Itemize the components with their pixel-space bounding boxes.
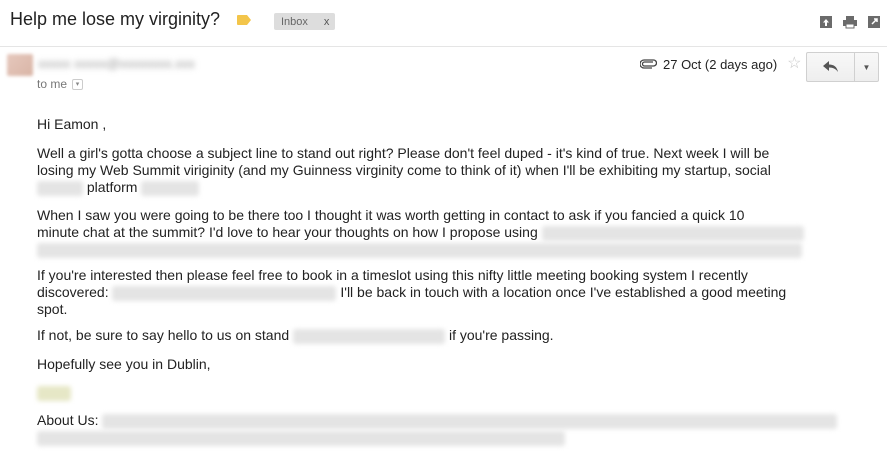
reply-button-group: ▼ [806,52,879,82]
body-text: If not, be sure to say hello to us on st… [37,327,290,343]
body-line: platform [37,179,200,196]
avatar [7,54,33,76]
closing-line: Hopefully see you in Dublin, [37,356,211,372]
body-text: platform [86,179,138,195]
sender-address-redacted: xxxxx xxxxx@xxxxxxxx.xxx [38,56,195,71]
star-icon[interactable]: ☆ [787,56,801,72]
body-line: When I saw you were going to be there to… [37,207,745,223]
signature-line [37,384,71,401]
new-window-icon[interactable] [867,15,881,29]
redacted-link[interactable] [112,285,337,301]
subject-bar: Help me lose my virginity? Inbox x [0,0,887,47]
inbox-label-text: Inbox [281,15,308,28]
redacted-text [37,180,83,196]
redacted-text [141,180,200,196]
remove-label-button[interactable]: x [324,16,330,28]
body-text: I'll be back in touch with a location on… [340,284,787,300]
body-text: if you're passing. [448,327,554,343]
archive-icon[interactable] [819,15,833,29]
redacted-text [37,430,565,446]
chevron-down-icon: ▼ [862,62,871,72]
redacted-text [37,242,802,258]
about-line: About Us: [37,412,838,429]
recipient-text: to me [37,77,68,91]
email-subject: Help me lose my virginity? [10,9,221,29]
body-line: minute chat at the summit? I'd love to h… [37,224,804,241]
body-line: Well a girl's gotta choose a subject lin… [37,145,770,161]
reply-button[interactable] [807,53,855,81]
body-line: If you're interested then please feel fr… [37,267,748,283]
reply-icon [822,61,838,72]
redacted-text [102,413,838,429]
about-label: About Us: [37,412,99,428]
body-line: spot. [37,301,68,317]
body-line: If not, be sure to say hello to us on st… [37,327,554,344]
greeting: Hi Eamon , [37,116,107,132]
message-header: xxxxx xxxxx@xxxxxxxx.xxx to me ▾ 27 Oct … [0,46,887,106]
body-line: losing my Web Summit viriginity (and my … [37,162,771,178]
label-tag-icon[interactable] [237,15,251,25]
message-meta: 27 Oct (2 days ago) ☆ [640,56,802,72]
body-line: discovered: I'll be back in touch with a… [37,284,786,301]
inbox-label-chip[interactable]: Inbox x [274,13,336,30]
body-line [37,241,802,258]
print-icon[interactable] [843,15,857,29]
body-text: minute chat at the summit? I'd love to h… [37,224,538,240]
body-text: discovered: [37,284,109,300]
redacted-text [541,225,804,241]
chevron-down-icon[interactable]: ▾ [72,78,84,90]
recipient-line[interactable]: to me ▾ [37,77,84,91]
message-date: 27 Oct (2 days ago) [663,56,778,72]
redacted-text [293,328,446,344]
about-line [37,429,565,446]
more-actions-button[interactable]: ▼ [855,53,878,81]
subject-toolbar [819,15,881,29]
attachment-icon [640,59,657,69]
redacted-signature [37,385,71,401]
